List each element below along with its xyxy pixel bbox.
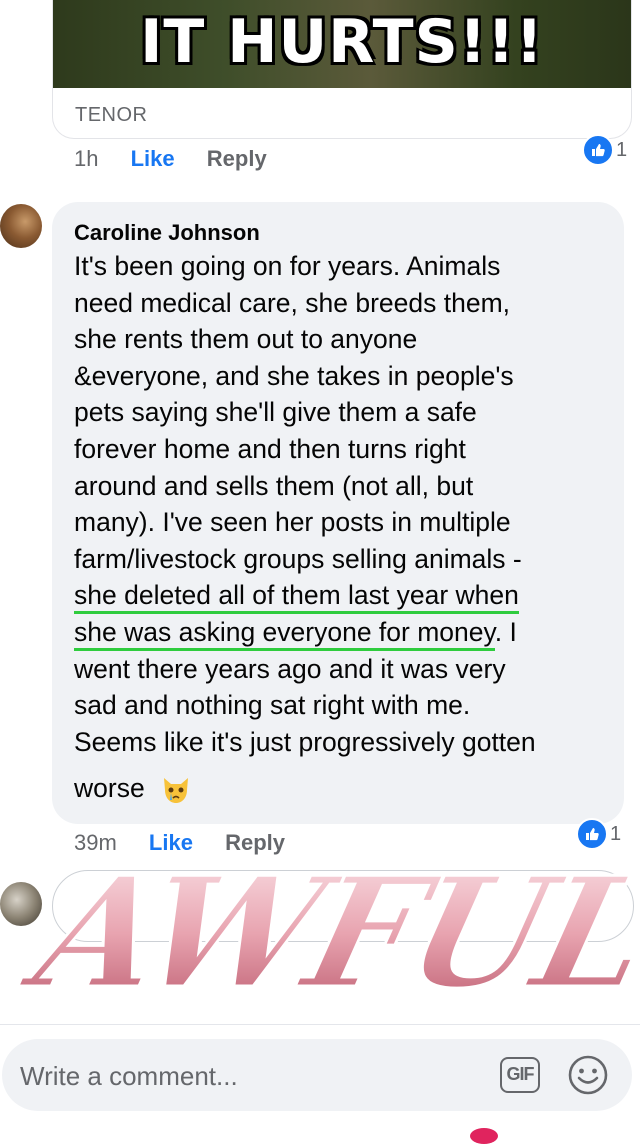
like-button[interactable]: Like	[149, 830, 193, 855]
comment-line: around and sells them (not all, but	[74, 470, 474, 501]
notification-dot	[470, 1128, 498, 1144]
gif-comment-meta: 1h Like Reply	[74, 146, 293, 172]
comment-line: need medical care, she breeds them,	[74, 287, 511, 318]
reply-button[interactable]: Reply	[207, 146, 267, 171]
comment-line-underlined: she deleted all of them last year when	[74, 577, 614, 615]
avatar[interactable]	[0, 204, 42, 248]
comment-line-underlined: she was asking everyone for money. I	[74, 614, 614, 651]
reply-button[interactable]: Reply	[225, 830, 285, 855]
underlined-text: she was asking everyone for money	[74, 616, 495, 651]
comment-line: she rents them out to anyone	[74, 324, 418, 355]
comment-composer: Write a comment... GIF	[0, 1024, 640, 1137]
reaction-summary[interactable]: 1	[582, 134, 627, 166]
like-button[interactable]: Like	[131, 146, 175, 171]
comment-timestamp: 1h	[74, 146, 99, 171]
gif-button[interactable]: GIF	[500, 1057, 540, 1093]
comment-input[interactable]: Write a comment... GIF	[2, 1039, 632, 1111]
comment-text: It's been going on for years. Animals ne…	[74, 248, 614, 807]
reaction-count: 1	[610, 822, 622, 845]
gif-caption-text: IT HURTS!!!	[140, 7, 544, 77]
comment-line: pets saying she'll give them a safe	[74, 397, 477, 428]
gif-attachment[interactable]: IT HURTS!!! TENOR	[52, 0, 632, 139]
gif-source-label: TENOR	[75, 104, 148, 126]
thumbs-up-icon	[582, 134, 614, 166]
underlined-text: she deleted all of them last year when	[74, 580, 519, 615]
sticker-text: AWFUL	[12, 862, 632, 1012]
thumbs-up-icon	[576, 818, 608, 850]
gif-image[interactable]: IT HURTS!!!	[53, 0, 631, 88]
comment-input-placeholder: Write a comment...	[20, 1061, 238, 1091]
reaction-count: 1	[616, 138, 628, 161]
comment-line: forever home and then turns right	[74, 433, 466, 464]
comment-bubble: Caroline Johnson It's been going on for …	[52, 202, 624, 824]
comment-line: many). I've seen her posts in multiple	[74, 507, 511, 538]
comment-line: sad and nothing sat right with me.	[74, 690, 471, 721]
comment-line: &everyone, and she takes in people's	[74, 360, 514, 391]
comment-author[interactable]: Caroline Johnson	[74, 220, 260, 246]
awful-sticker: AWFUL	[12, 862, 632, 1012]
emoji-icon[interactable]	[566, 1053, 610, 1097]
comment-line: It's been going on for years. Animals	[74, 251, 501, 281]
comment-meta: 39m Like Reply	[74, 830, 311, 856]
comment-line: farm/livestock groups selling animals -	[74, 543, 522, 574]
comment-line: went there years ago and it was very	[74, 653, 506, 684]
comment-line: Seems like it's just progressively gotte…	[74, 726, 536, 757]
reaction-summary[interactable]: 1	[576, 818, 621, 850]
comment-timestamp: 39m	[74, 830, 117, 855]
crying-cat-face-icon	[164, 778, 189, 804]
comment-line: worse	[74, 770, 614, 807]
comment-text-fragment: . I	[494, 616, 517, 647]
comment-text-fragment: worse	[74, 773, 145, 804]
